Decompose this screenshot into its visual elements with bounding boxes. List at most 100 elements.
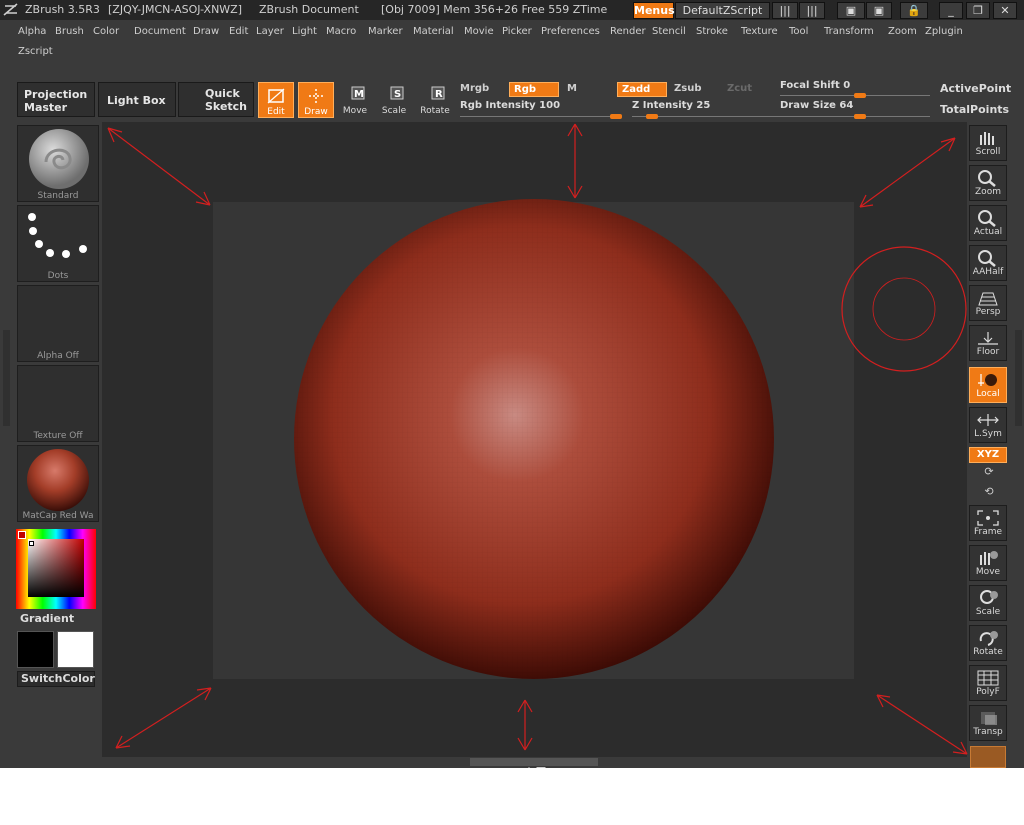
zcut-button[interactable]: Zcut	[723, 82, 773, 97]
document-canvas[interactable]	[102, 122, 967, 757]
gradient-label[interactable]: Gradient	[20, 612, 74, 625]
secondary-color-swatch[interactable]	[57, 631, 94, 668]
menu-material[interactable]: Material	[413, 26, 454, 37]
menu-light[interactable]: Light	[292, 26, 317, 37]
transp-button[interactable]: Transp	[969, 705, 1007, 741]
edit-button[interactable]: Edit	[258, 82, 294, 118]
local-button[interactable]: Local	[969, 367, 1007, 403]
rotate-button[interactable]: R Rotate	[417, 82, 453, 118]
lsym-label: L.Sym	[974, 429, 1002, 439]
color-picker[interactable]	[16, 529, 96, 609]
light-box-button[interactable]: Light Box	[98, 82, 176, 117]
projection-master-button[interactable]: Projection Master	[17, 82, 95, 117]
close-icon[interactable]: ✕	[993, 2, 1017, 19]
scroll-button[interactable]: Scroll	[969, 125, 1007, 161]
menu-zplugin[interactable]: Zplugin	[925, 26, 963, 37]
menus-button[interactable]: Menus	[633, 2, 675, 19]
draw-size-slider[interactable]	[854, 114, 866, 119]
frame-label: Frame	[973, 527, 1003, 537]
aahalf-button[interactable]: AAHalf	[969, 245, 1007, 281]
menu-macro[interactable]: Macro	[326, 26, 356, 37]
zoom-button[interactable]: Zoom	[969, 165, 1007, 201]
menu-tool[interactable]: Tool	[789, 26, 808, 37]
menu-draw[interactable]: Draw	[193, 26, 219, 37]
rgb-button[interactable]: Rgb	[509, 82, 559, 97]
scale-button[interactable]: S Scale	[376, 82, 412, 118]
lock-icon[interactable]: 🔒	[900, 2, 928, 19]
left-tray-handle[interactable]	[3, 330, 10, 426]
menu-movie[interactable]: Movie	[464, 26, 494, 37]
stroke-thumbnail[interactable]: Dots	[17, 205, 99, 282]
ghost-button[interactable]	[970, 746, 1006, 768]
main-color-swatch[interactable]	[17, 631, 54, 668]
menu-render[interactable]: Render	[610, 26, 646, 37]
mrgb-button[interactable]: Mrgb	[456, 82, 506, 97]
rgb-intensity-track[interactable]	[460, 116, 615, 117]
frame-button[interactable]: Frame	[969, 505, 1007, 541]
menu-picker[interactable]: Picker	[502, 26, 532, 37]
zbrush-logo-icon	[3, 3, 18, 16]
magnifier-actual-icon	[978, 210, 996, 227]
saturation-value-square[interactable]	[28, 539, 84, 597]
menu-edit[interactable]: Edit	[229, 26, 248, 37]
rotate-z-icon[interactable]: ⟳	[980, 465, 998, 481]
menu-document[interactable]: Document	[134, 26, 186, 37]
move-view-button[interactable]: Move	[969, 545, 1007, 581]
menu-brush[interactable]: Brush	[55, 26, 84, 37]
zsub-button[interactable]: Zsub	[670, 82, 720, 97]
window-layout-2-icon[interactable]: ▣	[866, 2, 892, 19]
menu-stroke[interactable]: Stroke	[696, 26, 728, 37]
lsym-button[interactable]: L.Sym	[969, 407, 1007, 443]
alpha-label: Alpha Off	[37, 351, 79, 361]
floor-button[interactable]: Floor	[969, 325, 1007, 361]
rotate-y-icon[interactable]: ⟲	[980, 485, 998, 501]
bottom-tray-handle[interactable]	[470, 758, 598, 768]
restore-icon[interactable]: ❐	[966, 2, 990, 19]
rotate-view-button[interactable]: Rotate	[969, 625, 1007, 661]
move-view-label: Move	[975, 567, 1001, 577]
window-layout-icon[interactable]: ▣	[837, 2, 865, 19]
switch-color-button[interactable]: SwitchColor	[17, 671, 95, 687]
menu-color[interactable]: Color	[93, 26, 119, 37]
tray-arrows-icon	[528, 767, 546, 768]
actual-button[interactable]: Actual	[969, 205, 1007, 241]
scale-view-button[interactable]: Scale	[969, 585, 1007, 621]
scale-icon: S	[390, 86, 404, 100]
menu-zscript[interactable]: Zscript	[18, 46, 53, 57]
texture-thumbnail[interactable]: Texture Off	[17, 365, 99, 442]
persp-button[interactable]: Persp	[969, 285, 1007, 321]
alpha-thumbnail[interactable]: Alpha Off	[17, 285, 99, 362]
menu-stencil[interactable]: Stencil	[652, 26, 686, 37]
z-intensity-slider[interactable]	[645, 114, 658, 119]
menu-transform[interactable]: Transform	[824, 26, 874, 37]
menu-preferences[interactable]: Preferences	[541, 26, 600, 37]
minimize-icon[interactable]: _	[939, 2, 963, 19]
quick-sketch-button[interactable]: Quick Sketch	[178, 82, 254, 117]
material-thumbnail[interactable]: MatCap Red Wa	[17, 445, 99, 522]
draw-button[interactable]: Draw	[298, 82, 334, 118]
nav-right-icon[interactable]: |||	[799, 2, 825, 19]
menu-zoom[interactable]: Zoom	[888, 26, 917, 37]
zadd-button[interactable]: Zadd	[617, 82, 667, 97]
brush-thumbnail[interactable]: Standard	[17, 125, 99, 202]
scale-view-label: Scale	[975, 607, 1001, 617]
magnifier-scale-icon	[980, 590, 998, 604]
menu-alpha[interactable]: Alpha	[18, 26, 46, 37]
total-points-readout: TotalPoints	[940, 103, 1010, 116]
xyz-button[interactable]: XYZ	[969, 447, 1007, 463]
menu-marker[interactable]: Marker	[368, 26, 403, 37]
default-zscript-button[interactable]: DefaultZScript	[675, 2, 770, 19]
m-button[interactable]: M	[563, 82, 613, 97]
right-tray-handle[interactable]	[1015, 330, 1022, 426]
sphere-model[interactable]	[102, 122, 967, 757]
top-shelf: Projection Master Light Box Quick Sketch…	[12, 76, 1012, 122]
rgb-intensity-slider[interactable]	[610, 114, 622, 119]
menu-layer[interactable]: Layer	[256, 26, 284, 37]
focal-shift-slider[interactable]	[854, 93, 866, 98]
move-button[interactable]: M Move	[337, 82, 373, 118]
projection-master-label-2: Master	[24, 101, 68, 114]
polyf-button[interactable]: PolyF	[969, 665, 1007, 701]
svg-text:S: S	[394, 89, 401, 100]
menu-texture[interactable]: Texture	[741, 26, 778, 37]
nav-left-icon[interactable]: |||	[772, 2, 798, 19]
